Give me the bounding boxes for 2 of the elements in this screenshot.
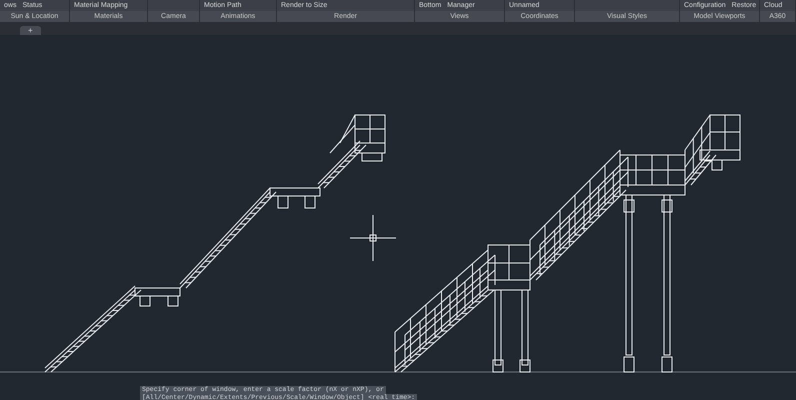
new-tab-button[interactable]: + xyxy=(20,26,41,35)
crosshair-cursor-icon xyxy=(350,214,396,262)
